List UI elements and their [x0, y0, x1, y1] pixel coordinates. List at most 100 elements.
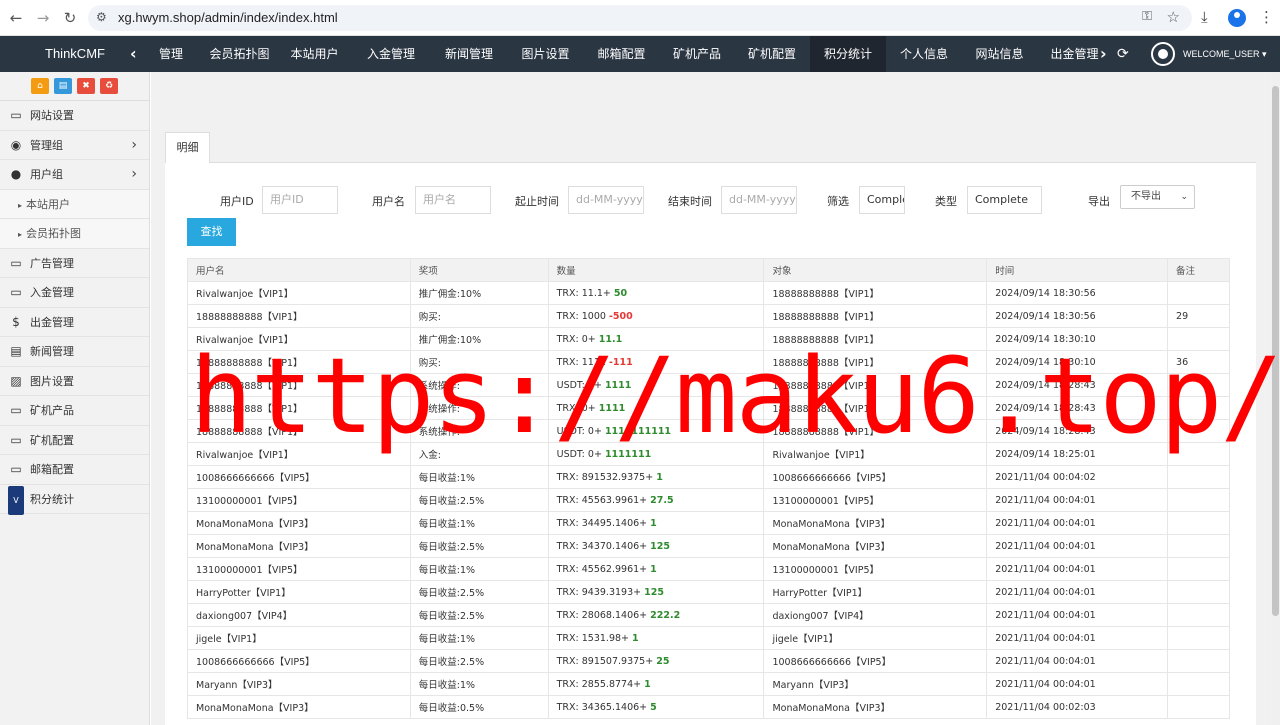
column-header[interactable]: 备注: [1167, 258, 1230, 282]
user-id-input[interactable]: 用户ID: [262, 186, 338, 214]
sidebar-item-5[interactable]: ▭ 广告管理: [0, 249, 149, 278]
page-scrollbar[interactable]: [1271, 72, 1280, 725]
quantity-base: USDT: 0+: [556, 448, 605, 460]
welcome-user-menu[interactable]: WELCOME_USER ▾: [1183, 36, 1267, 72]
nav-item-0[interactable]: 管理: [140, 36, 202, 72]
forward-arrow-icon[interactable]: →: [33, 8, 53, 28]
sidebar-item-10[interactable]: ▭ 矿机产品: [0, 396, 149, 426]
column-header[interactable]: 奖项: [409, 258, 549, 282]
cell-note: [1167, 327, 1230, 351]
export-label: 导出: [1088, 195, 1110, 208]
cell-target: 1008666666666【VIP5】: [763, 649, 988, 673]
nav-item-4[interactable]: 新闻管理: [430, 36, 508, 72]
cell-time: 2024/09/14 18:28:43: [986, 419, 1169, 443]
column-header[interactable]: 时间: [986, 258, 1169, 282]
cell-quantity: TRX: 34370.1406+ 125: [547, 534, 765, 558]
quantity-delta: 125: [644, 586, 664, 598]
export-select[interactable]: 不导出 ⌄: [1120, 185, 1195, 209]
scrollbar-thumb[interactable]: [1272, 86, 1279, 616]
brand-logo[interactable]: ThinkCMF: [0, 36, 150, 72]
cell-username: 13100000001【VIP5】: [187, 557, 411, 581]
cell-note: 36: [1167, 350, 1230, 374]
cell-target: daxiong007【VIP4】: [763, 603, 988, 627]
profile-avatar-icon[interactable]: [1228, 9, 1246, 27]
nav-item-2[interactable]: 本站用户: [277, 36, 352, 72]
cell-note: [1167, 281, 1230, 305]
back-arrow-icon[interactable]: ←: [6, 8, 26, 28]
trash-icon[interactable]: ✖: [77, 78, 95, 94]
user-circle-icon: ◉: [10, 137, 22, 152]
cell-award: 每日收益:0.5%: [409, 695, 549, 719]
quantity-delta: 1: [656, 471, 663, 483]
nav-item-6[interactable]: 邮箱配置: [583, 36, 660, 72]
bookmark-star-icon[interactable]: ☆: [1167, 8, 1180, 26]
monitor-icon: ▭: [10, 255, 22, 270]
cell-time: 2024/09/14 18:28:43: [986, 396, 1169, 420]
recycle-icon[interactable]: ♻: [100, 78, 118, 94]
sidebar-item-6[interactable]: ▭ 入金管理: [0, 278, 149, 308]
sidebar-item-label: 积分统计: [30, 492, 74, 506]
quantity-delta: 1: [650, 517, 657, 529]
newspaper-icon: ▤: [10, 344, 22, 358]
reload-icon[interactable]: ↻: [60, 8, 80, 28]
nav-item-11[interactable]: 网站信息: [962, 36, 1037, 72]
start-date-input[interactable]: dd-MM-yyyy: [568, 186, 644, 214]
table-row: HarryPotter【VIP1】 每日收益:2.5% TRX: 9439.3193…: [187, 580, 1230, 604]
cell-target: 18888888888【VIP1】: [763, 327, 988, 351]
nav-scroll-right-icon[interactable]: ›: [1100, 36, 1107, 72]
table-row: 13100000001【VIP5】 每日收益:2.5% TRX: 45563.996…: [187, 488, 1230, 512]
user-avatar-icon[interactable]: [1151, 42, 1175, 66]
sidebar-item-label: 网站设置: [30, 109, 74, 122]
end-date-input[interactable]: dd-MM-yyyy: [721, 186, 797, 214]
refresh-icon[interactable]: ⟳: [1117, 36, 1129, 72]
cell-time: 2021/11/04 00:04:01: [986, 603, 1169, 627]
sidebar-item-11[interactable]: ▭ 矿机配置: [0, 426, 149, 455]
address-bar[interactable]: ⚙ xg.hwym.shop/admin/index/index.html ⚿ …: [88, 5, 1192, 31]
cell-quantity: TRX: 891507.9375+ 25: [547, 649, 765, 673]
nav-item-3[interactable]: 入金管理: [352, 36, 430, 72]
sidebar-item-7[interactable]: $ 出金管理: [0, 308, 149, 337]
username-input[interactable]: 用户名: [415, 186, 491, 214]
sidebar-item-13[interactable]: V 积分统计: [0, 485, 149, 515]
sidebar-item-3[interactable]: ▸ 本站用户: [0, 189, 149, 219]
url-text[interactable]: xg.hwym.shop/admin/index/index.html: [118, 10, 338, 25]
filter-row: 用户ID 用户ID 用户名 用户名 起止时间 dd-MM-yyyy 结束时间 d…: [165, 185, 1256, 214]
column-header[interactable]: 用户名: [187, 258, 411, 282]
document-icon[interactable]: ▤: [54, 78, 72, 94]
sidebar-item-2[interactable]: ● 用户组 ›: [0, 160, 149, 190]
sidebar-item-8[interactable]: ▤ 新闻管理: [0, 337, 149, 367]
column-header[interactable]: 数量: [547, 258, 765, 282]
sidebar-item-1[interactable]: ◉ 管理组 ›: [0, 131, 149, 160]
site-settings-icon[interactable]: ⚙: [96, 10, 107, 24]
nav-item-10[interactable]: 个人信息: [886, 36, 962, 72]
home-icon[interactable]: ⌂: [31, 78, 49, 94]
nav-item-7[interactable]: 矿机产品: [660, 36, 734, 72]
nav-item-8[interactable]: 矿机配置: [734, 36, 810, 72]
quantity-delta: 222.2: [650, 609, 681, 621]
nav-item-5[interactable]: 图片设置: [508, 36, 583, 72]
sidebar-item-label: 图片设置: [30, 374, 74, 388]
browser-menu-icon[interactable]: ⋮: [1259, 8, 1274, 26]
nav-item-1[interactable]: 会员拓扑图: [202, 36, 277, 72]
cell-award: 每日收益:2.5%: [409, 580, 549, 604]
cell-time: 2024/09/14 18:30:10: [986, 327, 1169, 351]
sidebar-item-label: 本站用户: [26, 197, 71, 211]
password-key-icon[interactable]: ⚿: [1142, 9, 1152, 24]
download-icon[interactable]: ⤓: [1201, 8, 1208, 26]
nav-scroll-left-icon[interactable]: ‹: [130, 36, 137, 72]
cell-note: [1167, 442, 1230, 466]
cell-quantity: TRX: 0+ 1111: [547, 396, 765, 420]
chevron-right-icon: ›: [131, 136, 137, 153]
search-button[interactable]: 查找: [187, 218, 236, 246]
sidebar-item-0[interactable]: ▭ 网站设置: [0, 101, 149, 131]
sidebar-item-12[interactable]: ▭ 邮箱配置: [0, 455, 149, 485]
nav-item-9[interactable]: 积分统计: [810, 36, 886, 72]
column-header[interactable]: 对象: [763, 258, 988, 282]
type-input[interactable]: Complete: [967, 186, 1042, 214]
sidebar-item-4[interactable]: ▸ 会员拓扑图: [0, 219, 149, 249]
sidebar-item-9[interactable]: ▨ 图片设置: [0, 367, 149, 396]
cell-note: 29: [1167, 304, 1230, 328]
tab-detail[interactable]: 明细: [165, 132, 210, 163]
cell-award: 每日收益:2.5%: [409, 534, 549, 558]
filter-input[interactable]: Comple: [859, 186, 905, 214]
